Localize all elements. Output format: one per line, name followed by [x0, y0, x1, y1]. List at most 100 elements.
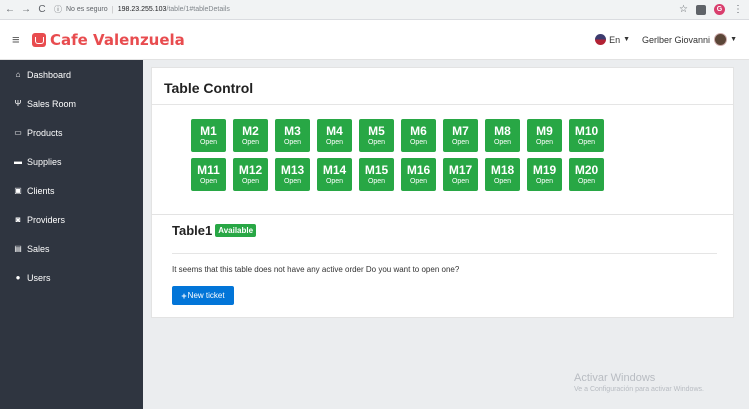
- table-button-state: Open: [199, 177, 218, 185]
- table-button-state: Open: [451, 138, 470, 146]
- table-button-name: M6: [410, 123, 427, 138]
- table-button-m4[interactable]: M4 Open: [317, 119, 352, 152]
- sidebar-item-sales-room[interactable]: Ψ Sales Room: [0, 89, 143, 118]
- sidebar-item-products[interactable]: ▭ Products: [0, 118, 143, 147]
- table-button-m18[interactable]: M18 Open: [485, 158, 520, 191]
- table-button-state: Open: [283, 177, 302, 185]
- hamburger-menu-icon[interactable]: ≡: [12, 32, 24, 47]
- table-button-m7[interactable]: M7 Open: [443, 119, 478, 152]
- table-button-name: M14: [322, 162, 347, 177]
- table-button-m19[interactable]: M19 Open: [527, 158, 562, 191]
- table-button-name: M17: [448, 162, 473, 177]
- user-caret-down-icon[interactable]: ▼: [730, 36, 737, 43]
- table-button-name: M13: [280, 162, 305, 177]
- users-icon: ●: [15, 273, 21, 282]
- table-button-name: M12: [238, 162, 263, 177]
- sidebar-item-label: Providers: [27, 214, 66, 225]
- table-button-m14[interactable]: M14 Open: [317, 158, 352, 191]
- forward-arrow-icon[interactable]: →: [20, 4, 32, 15]
- table-button-state: Open: [409, 138, 428, 146]
- document-icon: ▤: [14, 244, 22, 253]
- url-host: 198.23.255.103: [117, 6, 167, 13]
- table-button-state: Open: [325, 177, 344, 185]
- sidebar-item-supplies[interactable]: ▬ Supplies: [0, 147, 143, 176]
- status-badge: Available: [215, 224, 257, 237]
- table-button-m11[interactable]: M11 Open: [191, 158, 226, 191]
- extension-icon[interactable]: [696, 4, 706, 15]
- watermark-subtitle: Ve a Configuración para activar Windows.: [574, 386, 704, 393]
- table-button-state: Open: [241, 138, 260, 146]
- sidebar-item-clients[interactable]: ▣ Clients: [0, 176, 143, 205]
- truck-icon: ◙: [15, 215, 21, 224]
- table-name: Table1: [172, 223, 213, 238]
- back-arrow-icon[interactable]: ←: [4, 4, 16, 15]
- table-button-name: M4: [326, 123, 343, 138]
- title-divider: [152, 104, 733, 105]
- navbar-right: En ▼ Gerlber Giovanni ▼: [595, 33, 737, 46]
- table-button-m16[interactable]: M16 Open: [401, 158, 436, 191]
- sidebar-item-users[interactable]: ● Users: [0, 263, 143, 292]
- table-button-name: M16: [406, 162, 431, 177]
- table-control-card: Table Control M1 Open M2 Open M3 Open M4 Open M5…: [151, 67, 734, 215]
- table-button-m13[interactable]: M13 Open: [275, 158, 310, 191]
- reload-icon[interactable]: C: [36, 4, 48, 15]
- home-icon: ⌂: [15, 70, 21, 79]
- table-button-state: Open: [493, 177, 512, 185]
- table-button-state: Open: [451, 177, 470, 185]
- table-button-m2[interactable]: M2 Open: [233, 119, 268, 152]
- table-button-m3[interactable]: M3 Open: [275, 119, 310, 152]
- avatar[interactable]: [714, 33, 728, 46]
- language-selector[interactable]: En: [609, 35, 620, 45]
- drawer-icon: ▬: [14, 157, 22, 166]
- table-button-name: M7: [452, 123, 469, 138]
- us-flag-icon: [595, 34, 607, 45]
- sidebar-item-dashboard[interactable]: ⌂ Dashboard: [0, 60, 143, 89]
- table-button-m15[interactable]: M15 Open: [359, 158, 394, 191]
- address-bar[interactable]: ⓘ No es seguro | 198.23.255.103 /table/1…: [54, 3, 230, 17]
- brand-logo[interactable]: Cafe Valenzuela: [32, 31, 185, 49]
- table-button-m17[interactable]: M17 Open: [443, 158, 478, 191]
- user-card-icon: ▣: [14, 186, 22, 195]
- sidebar-item-sales[interactable]: ▤ Sales: [0, 234, 143, 263]
- table-button-name: M10: [574, 123, 599, 138]
- table-button-name: M19: [532, 162, 557, 177]
- table-button-state: Open: [367, 138, 386, 146]
- user-name[interactable]: Gerlber Giovanni: [642, 35, 710, 45]
- table-button-name: M5: [368, 123, 385, 138]
- table-button-state: Open: [535, 177, 554, 185]
- table-button-state: Open: [535, 138, 554, 146]
- no-order-message: It seems that this table does not have a…: [172, 265, 460, 274]
- browser-profile-icon[interactable]: G: [714, 4, 725, 15]
- sidebar-item-label: Sales: [27, 243, 50, 254]
- caret-down-icon[interactable]: ▼: [623, 36, 630, 43]
- sidebar-item-providers[interactable]: ◙ Providers: [0, 205, 143, 234]
- table-button-state: Open: [493, 138, 512, 146]
- detail-divider: [172, 253, 717, 254]
- table-button-m20[interactable]: M20 Open: [569, 158, 604, 191]
- url-separator: |: [111, 5, 114, 14]
- sidebar-item-label: Clients: [27, 185, 55, 196]
- barcode-icon: ▭: [14, 128, 22, 137]
- table-button-state: Open: [577, 138, 596, 146]
- table-button-name: M20: [574, 162, 599, 177]
- windows-activation-watermark: Activar Windows Ve a Configuración para …: [574, 372, 704, 393]
- table-button-m9[interactable]: M9 Open: [527, 119, 562, 152]
- table-button-m12[interactable]: M12 Open: [233, 158, 268, 191]
- bookmark-star-icon[interactable]: ☆: [679, 4, 688, 15]
- insecure-label: No es seguro: [66, 6, 108, 13]
- sidebar: ⌂ Dashboard Ψ Sales Room ▭ Products ▬ Su…: [0, 60, 143, 409]
- table-button-m10[interactable]: M10 Open: [569, 119, 604, 152]
- table-button-m5[interactable]: M5 Open: [359, 119, 394, 152]
- page-title: Table Control: [164, 80, 254, 96]
- table-button-name: M11: [197, 162, 220, 177]
- coffee-cup-icon: [32, 32, 46, 47]
- table-button-name: M9: [536, 123, 553, 138]
- new-ticket-button[interactable]: + New ticket: [172, 286, 234, 305]
- table-button-m6[interactable]: M6 Open: [401, 119, 436, 152]
- browser-menu-icon[interactable]: ⋮: [733, 4, 743, 15]
- table-button-state: Open: [241, 177, 260, 185]
- table-button-m1[interactable]: M1 Open: [191, 119, 226, 152]
- info-icon[interactable]: ⓘ: [54, 4, 62, 15]
- table-button-m8[interactable]: M8 Open: [485, 119, 520, 152]
- table-button-state: Open: [577, 177, 596, 185]
